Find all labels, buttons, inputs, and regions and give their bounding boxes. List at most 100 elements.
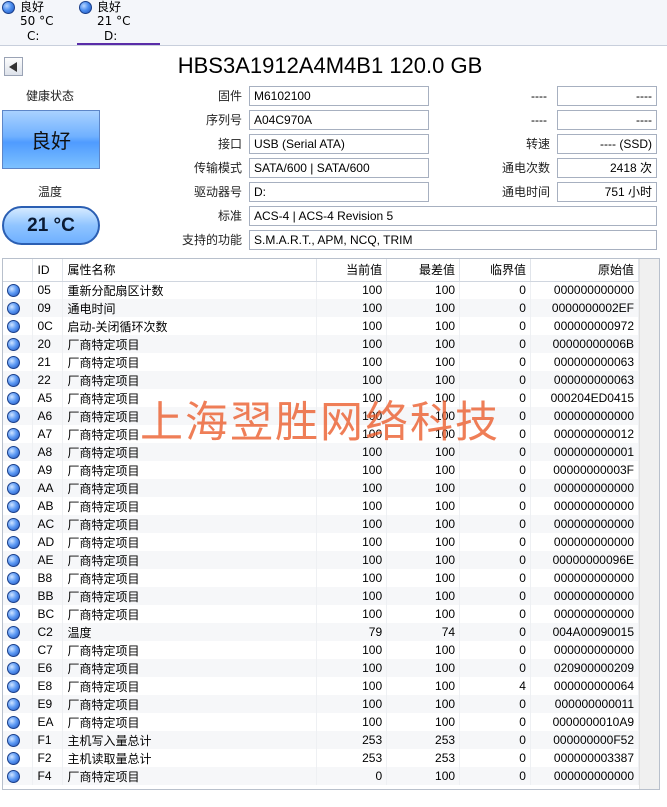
table-row[interactable]: E6 厂商特定项目 100 100 0 020900000209 [3,659,640,677]
worst-cell: 100 [386,515,461,533]
worst-cell: 100 [386,371,461,389]
status-cell [3,335,34,353]
drive-letter-label: 驱动器号 [193,185,242,199]
status-icon [7,536,20,550]
status-icon [7,518,20,532]
table-row[interactable]: F2 主机读取量总计 253 253 0 000000003387 [3,749,640,767]
table-row[interactable]: AB 厂商特定项目 100 100 0 000000000000 [3,497,640,515]
table-row[interactable]: F4 厂商特定项目 0 100 0 000000000000 [3,767,640,785]
raw-cell: 004A00090015 [530,623,640,641]
raw-cell: 00000000096E [530,551,640,569]
worst-cell: 253 [386,749,461,767]
id-cell: C7 [32,641,64,659]
health-status-button[interactable]: 良好 [2,110,100,169]
table-row[interactable]: A8 厂商特定项目 100 100 0 000000000001 [3,443,640,461]
current-cell: 100 [316,713,388,731]
raw-cell: 000000000000 [530,587,640,605]
name-cell: 温度 [62,623,318,641]
raw-cell: 00000000003F [530,461,640,479]
current-cell: 100 [316,533,388,551]
raw-cell: 000000000000 [530,641,640,659]
current-cell: 0 [316,767,388,785]
current-cell: 100 [316,389,388,407]
table-row[interactable]: A7 厂商特定项目 100 100 0 000000000012 [3,425,640,443]
raw-cell: 000000000012 [530,425,640,443]
worst-cell: 100 [386,641,461,659]
id-cell: EA [32,713,64,731]
table-row[interactable]: AA 厂商特定项目 100 100 0 000000000000 [3,479,640,497]
worst-cell: 100 [386,569,461,587]
threshold-column-header[interactable]: 临界值 [459,259,531,282]
table-row[interactable]: C2 温度 79 74 0 004A00090015 [3,623,640,641]
current-cell: 100 [316,461,388,479]
raw-cell: 000000000063 [530,353,640,371]
table-row[interactable]: AD 厂商特定项目 100 100 0 000000000000 [3,533,640,551]
status-cell [3,551,34,569]
worst-cell: 100 [386,497,461,515]
table-row[interactable]: C7 厂商特定项目 100 100 0 000000000000 [3,641,640,659]
current-column-header[interactable]: 当前值 [316,259,388,282]
name-cell: 厂商特定项目 [62,389,318,407]
table-row[interactable]: EA 厂商特定项目 100 100 0 0000000010A9 [3,713,640,731]
health-label: 健康状态 [25,89,74,103]
worst-cell: 100 [386,389,461,407]
table-row[interactable]: AC 厂商特定项目 100 100 0 000000000000 [3,515,640,533]
table-row[interactable]: BB 厂商特定项目 100 100 0 000000000000 [3,587,640,605]
table-row[interactable]: E8 厂商特定项目 100 100 4 000000000064 [3,677,640,695]
raw-cell: 000000000064 [530,677,640,695]
status-icon [7,338,20,352]
threshold-cell: 0 [459,353,531,371]
status-icon [7,770,20,784]
name-column-header[interactable]: 属性名称 [62,259,318,282]
worst-cell: 100 [386,443,461,461]
table-row[interactable]: A6 厂商特定项目 100 100 0 000000000000 [3,407,640,425]
threshold-cell: 0 [459,605,531,623]
drive-tab-d[interactable]: 良好 21 °C D: [77,0,160,45]
table-row[interactable]: A5 厂商特定项目 100 100 0 000204ED0415 [3,389,640,407]
status-column-header[interactable] [3,259,34,282]
table-row[interactable]: 20 厂商特定项目 100 100 0 00000000006B [3,335,640,353]
name-cell: 通电时间 [62,299,318,317]
current-cell: 100 [316,677,388,695]
table-row[interactable]: A9 厂商特定项目 100 100 0 00000000003F [3,461,640,479]
threshold-cell: 0 [459,479,531,497]
status-cell [3,281,34,299]
worst-cell: 253 [386,731,461,749]
status-cell [3,479,34,497]
name-cell: 厂商特定项目 [62,407,318,425]
table-row[interactable]: E9 厂商特定项目 100 100 0 000000000011 [3,695,640,713]
name-cell: 重新分配扇区计数 [62,281,318,299]
table-row[interactable]: AE 厂商特定项目 100 100 0 00000000096E [3,551,640,569]
current-cell: 253 [316,749,388,767]
name-cell: 厂商特定项目 [62,425,318,443]
current-cell: 79 [316,623,388,641]
table-row[interactable]: B8 厂商特定项目 100 100 0 000000000000 [3,569,640,587]
table-row[interactable]: 0C 启动-关闭循环次数 100 100 0 000000000972 [3,317,640,335]
temperature-display[interactable]: 21 °C [2,206,100,245]
name-cell: 厂商特定项目 [62,641,318,659]
table-row[interactable]: F1 主机写入量总计 253 253 0 000000000F52 [3,731,640,749]
id-cell: 05 [32,281,64,299]
raw-cell: 0000000002EF [530,299,640,317]
smart-attributes-table[interactable]: ID 属性名称 当前值 最差值 临界值 原始值 05 重新分配扇区计数 100 100… [2,258,660,790]
standard-value: ACS-4 | ACS-4 Revision 5 [249,206,657,226]
raw-column-header[interactable]: 原始值 [530,259,640,282]
rotation-label: 转速 [525,137,550,151]
table-row[interactable]: 21 厂商特定项目 100 100 0 000000000063 [3,353,640,371]
table-row[interactable]: 22 厂商特定项目 100 100 0 000000000063 [3,371,640,389]
raw-cell: 000000000011 [530,695,640,713]
raw-cell: 000000000000 [530,605,640,623]
id-cell: 21 [32,353,64,371]
table-row[interactable]: BC 厂商特定项目 100 100 0 000000000000 [3,605,640,623]
table-row[interactable]: 09 通电时间 100 100 0 0000000002EF [3,299,640,317]
worst-cell: 100 [386,713,461,731]
raw-cell: 00000000006B [530,335,640,353]
table-scrollbar[interactable] [639,259,659,789]
drive-temp: 50 °C [20,14,54,28]
raw-cell: 000000000000 [530,533,640,551]
drive-tab-c[interactable]: 良好 50 °C C: [0,0,76,45]
worst-column-header[interactable]: 最差值 [386,259,461,282]
id-column-header[interactable]: ID [32,259,64,282]
worst-cell: 100 [386,317,461,335]
table-row[interactable]: 05 重新分配扇区计数 100 100 0 000000000000 [3,281,640,299]
